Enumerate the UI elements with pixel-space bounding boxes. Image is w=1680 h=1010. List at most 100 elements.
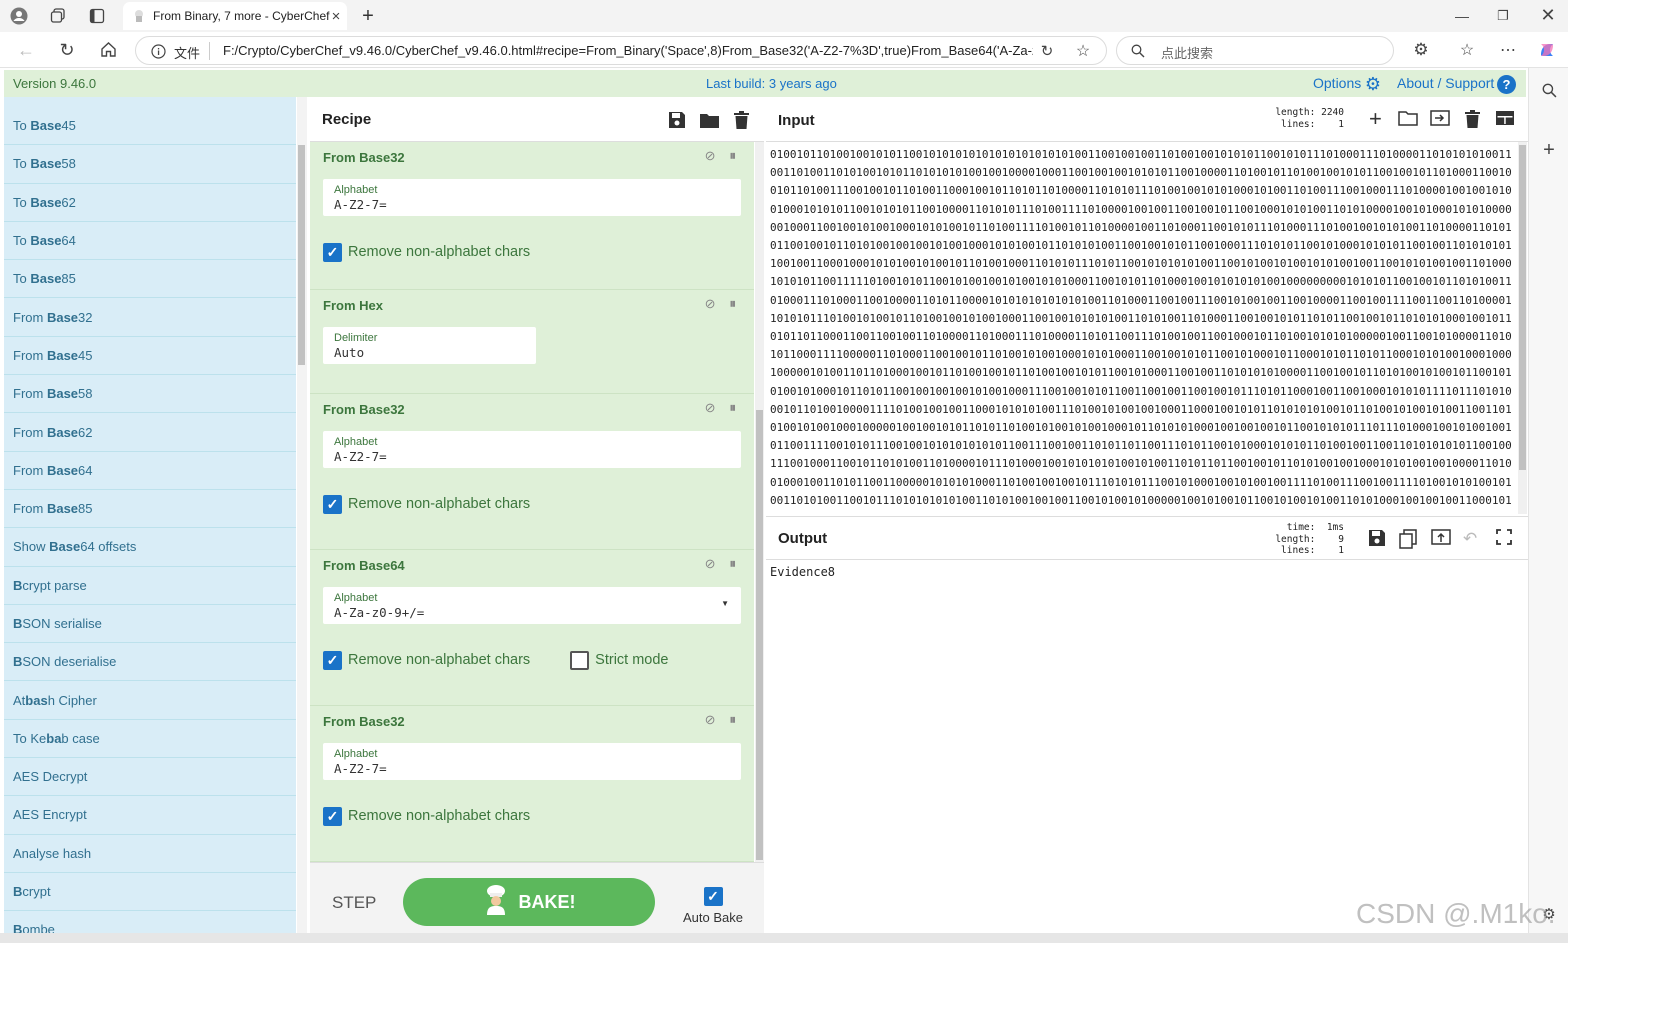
back-icon[interactable]: ← — [16, 40, 36, 60]
workspaces-icon[interactable] — [48, 6, 68, 26]
help-icon[interactable]: ? — [1497, 75, 1516, 94]
breakpoint-icon[interactable]: ⏸ — [730, 556, 737, 572]
open-file-icon[interactable] — [1430, 110, 1450, 131]
operation-item[interactable]: From Base64 — [4, 452, 296, 490]
profile-icon[interactable] — [8, 6, 30, 26]
refresh-icon[interactable]: ↻ — [57, 40, 77, 60]
recipe-arg-field[interactable]: Alphabet A-Z2-7= — [323, 431, 741, 468]
disable-operation-icon[interactable]: ⊘ — [705, 296, 716, 312]
checkbox[interactable] — [570, 650, 590, 670]
disable-operation-icon[interactable]: ⊘ — [705, 556, 716, 572]
save-recipe-icon[interactable] — [667, 110, 687, 130]
disable-operation-icon[interactable]: ⊘ — [705, 148, 716, 164]
extensions-icon[interactable]: ⚙ — [1411, 40, 1431, 60]
checkbox-option[interactable]: ✓ Remove non-alphabet chars — [323, 494, 530, 514]
operation-item[interactable]: To Base45 — [4, 107, 296, 146]
checkbox-option[interactable]: ✓ Remove non-alphabet chars — [323, 242, 530, 262]
operation-item[interactable]: Bcrypt parse — [4, 567, 296, 605]
recipe-scrollbar-thumb[interactable] — [756, 410, 763, 860]
operation-item[interactable]: To Base85 — [4, 260, 296, 299]
reset-layout-icon[interactable] — [1495, 110, 1515, 131]
breakpoint-icon[interactable]: ⏸ — [730, 148, 737, 164]
recipe-operation[interactable]: From Base32 ⊘ ⏸ Alphabet A-Z2-7= ✓ Remove non-… — [310, 142, 754, 290]
about-support-link[interactable]: About / Support — [1397, 75, 1494, 91]
auto-bake-checkbox[interactable]: ✓ — [703, 887, 723, 906]
operation-item[interactable]: To Kebab case — [4, 720, 296, 759]
sidebar-search-icon[interactable] — [1539, 80, 1559, 100]
operation-item[interactable]: From Base32 — [4, 298, 296, 337]
active-tab[interactable]: From Binary, 7 more - CyberChef × — [123, 2, 347, 30]
breakpoint-icon[interactable]: ⏸ — [730, 400, 737, 416]
operation-item[interactable]: Show Base64 offsets — [4, 528, 296, 567]
operation-item[interactable]: Atbash Cipher — [4, 681, 296, 720]
checkbox[interactable]: ✓ — [323, 650, 342, 670]
operation-item[interactable]: To Base64 — [4, 222, 296, 261]
checkbox[interactable]: ✓ — [323, 806, 342, 826]
load-recipe-folder-icon[interactable] — [699, 110, 719, 130]
operation-item[interactable]: BSON serialise — [4, 605, 296, 644]
clear-input-trash-icon[interactable] — [1465, 110, 1480, 133]
checkbox[interactable]: ✓ — [323, 242, 342, 262]
input-scrollbar-thumb[interactable] — [1519, 145, 1526, 470]
vertical-tabs-icon[interactable] — [87, 6, 107, 26]
operation-item[interactable]: BSON deserialise — [4, 643, 296, 682]
bake-button[interactable]: BAKE! — [403, 878, 655, 926]
recipe-operation[interactable]: From Base32 ⊘ ⏸ Alphabet A-Z2-7= ✓ Remove non-… — [310, 394, 754, 550]
maximise-output-icon[interactable] — [1496, 529, 1512, 550]
step-button[interactable]: STEP — [332, 893, 376, 913]
operation-item[interactable]: Bcrypt — [4, 873, 296, 912]
breakpoint-icon[interactable]: ⏸ — [730, 296, 737, 312]
operation-item[interactable]: To Base58 — [4, 145, 296, 184]
disable-operation-icon[interactable]: ⊘ — [705, 712, 716, 728]
close-tab-icon[interactable]: × — [328, 8, 344, 25]
read-aloud-icon[interactable]: ↻ — [1038, 42, 1056, 60]
options-link[interactable]: Options — [1313, 75, 1361, 91]
breakpoint-icon[interactable]: ⏸ — [730, 712, 737, 728]
options-gear-icon[interactable]: ⚙ — [1363, 74, 1383, 94]
checkbox-option[interactable]: ✓ Remove non-alphabet chars — [323, 650, 530, 670]
operations-scrollbar-thumb[interactable] — [298, 145, 305, 365]
recipe-arg-field[interactable]: Alphabet A-Z2-7= — [323, 179, 741, 216]
dropdown-caret-icon[interactable]: ▼ — [721, 599, 729, 608]
operation-item[interactable]: AES Decrypt — [4, 758, 296, 797]
recipe-arg-field[interactable]: Alphabet A-Za-z0-9+/= ▼ — [323, 587, 741, 624]
checkbox-option[interactable]: ✓ Remove non-alphabet chars — [323, 806, 530, 826]
undo-icon[interactable]: ↶ — [1463, 529, 1477, 549]
info-icon[interactable] — [150, 43, 166, 59]
browser-search-box[interactable]: 点此搜索 — [1116, 36, 1394, 65]
recipe-arg-field[interactable]: Delimiter Auto — [323, 327, 536, 364]
auto-bake-toggle[interactable]: ✓ Auto Bake — [682, 887, 744, 925]
close-window-icon[interactable]: ✕ — [1538, 5, 1558, 25]
more-menu-icon[interactable]: ⋯ — [1498, 40, 1518, 60]
save-output-icon[interactable] — [1368, 529, 1386, 552]
recipe-operation[interactable]: From Base64 ⊘ ⏸ Alphabet A-Za-z0-9+/= ▼ ✓ Remov… — [310, 550, 754, 706]
favorites-icon[interactable]: ☆ — [1457, 40, 1477, 60]
add-input-tab-icon[interactable]: + — [1369, 106, 1382, 132]
copilot-icon[interactable] — [1537, 40, 1557, 60]
new-tab-icon[interactable]: + — [357, 5, 379, 27]
restore-icon[interactable]: ❐ — [1493, 6, 1513, 26]
operation-item[interactable]: From Base45 — [4, 337, 296, 376]
recipe-arg-field[interactable]: Alphabet A-Z2-7= — [323, 743, 741, 780]
recipe-operation[interactable]: From Base32 ⊘ ⏸ Alphabet A-Z2-7= ✓ Remove non-… — [310, 706, 754, 862]
replace-input-icon[interactable] — [1431, 529, 1451, 550]
operation-item[interactable]: From Base58 — [4, 375, 296, 414]
recipe-operation[interactable]: From Hex ⊘ ⏸ Delimiter Auto — [310, 290, 754, 394]
operation-item[interactable]: Analyse hash — [4, 835, 296, 873]
minimize-icon[interactable]: — — [1452, 6, 1472, 26]
checkbox-option[interactable]: Strict mode — [570, 650, 669, 670]
operation-item[interactable]: To Base62 — [4, 184, 296, 222]
address-bar[interactable]: 文件 F:/Crypto/CyberChef_v9.46.0/CyberChef… — [135, 36, 1107, 65]
operation-item[interactable]: AES Encrypt — [4, 796, 296, 835]
operation-item[interactable]: Bombe — [4, 911, 296, 933]
disable-operation-icon[interactable]: ⊘ — [705, 400, 716, 416]
sidebar-add-icon[interactable]: + — [1539, 139, 1559, 161]
input-textarea[interactable]: 0100101101001001010110010101010101010101… — [766, 142, 1518, 514]
clear-recipe-trash-icon[interactable] — [731, 110, 751, 130]
favorite-star-icon[interactable]: ☆ — [1074, 42, 1092, 60]
operation-item[interactable]: From Base62 — [4, 413, 296, 452]
open-folder-icon[interactable] — [1398, 110, 1418, 131]
home-icon[interactable] — [98, 39, 118, 59]
checkbox[interactable]: ✓ — [323, 494, 342, 514]
operation-item[interactable]: From Base85 — [4, 490, 296, 529]
